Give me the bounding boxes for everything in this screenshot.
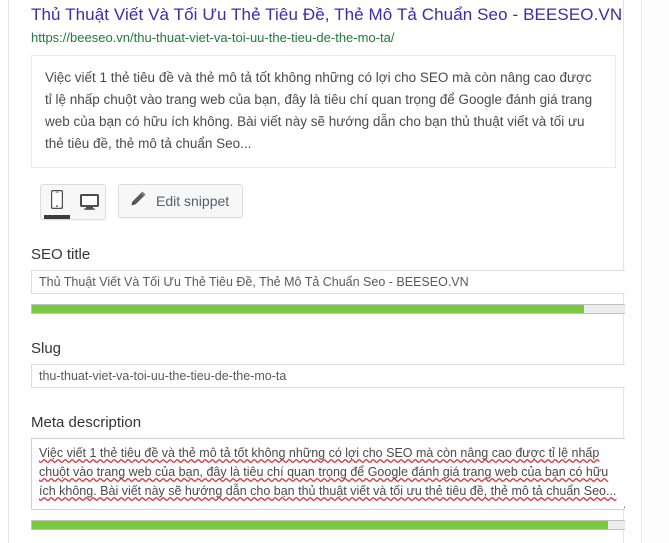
meta-description-textarea[interactable]: Việc viết 1 thẻ tiêu đề và thẻ mô tả tốt… xyxy=(31,438,633,510)
snippet-toolbar: Edit snippet xyxy=(40,184,624,220)
snippet-preview[interactable]: Thủ Thuật Viết Và Tối Ưu Thẻ Tiêu Đề, Th… xyxy=(22,0,624,168)
slug-field-group: Slug xyxy=(31,340,633,388)
seo-title-label: SEO title xyxy=(31,246,91,263)
metabox-inner: Thủ Thuật Viết Và Tối Ưu Thẻ Tiêu Đề, Th… xyxy=(22,0,633,530)
meta-description-progress-fill xyxy=(32,521,608,529)
device-toggle-mobile[interactable] xyxy=(41,185,73,219)
seo-title-field-group: SEO title xyxy=(31,246,633,314)
right-side-panel xyxy=(642,0,669,543)
desktop-monitor-icon xyxy=(79,194,99,210)
slug-input[interactable] xyxy=(31,364,633,388)
seo-title-progress-fill xyxy=(32,305,584,313)
snippet-preview-description-box: Việc viết 1 thẻ tiêu đề và thẻ mô tả tốt… xyxy=(31,55,616,168)
meta-description-field-group: Meta description Việc viết 1 thẻ tiêu đề… xyxy=(31,414,633,530)
metabox-outer-gutter xyxy=(625,0,642,543)
snippet-preview-description: Việc viết 1 thẻ tiêu đề và thẻ mô tả tốt… xyxy=(45,70,593,151)
pencil-icon xyxy=(130,190,147,212)
edit-snippet-label: Edit snippet xyxy=(156,193,230,209)
slug-label: Slug xyxy=(31,340,62,357)
snippet-preview-url[interactable]: https://beeseo.vn/thu-thuat-viet-va-toi-… xyxy=(22,26,624,46)
seo-title-progress-track xyxy=(31,304,633,314)
device-toggle-group xyxy=(40,184,106,220)
edit-snippet-button[interactable]: Edit snippet xyxy=(118,184,244,218)
seo-title-input[interactable] xyxy=(31,270,633,294)
meta-description-progress-track xyxy=(31,520,633,530)
meta-description-text: Việc viết 1 thẻ tiêu đề và thẻ mô tả tốt… xyxy=(39,446,617,498)
seo-snippet-metabox: Thủ Thuật Viết Và Tối Ưu Thẻ Tiêu Đề, Th… xyxy=(8,0,633,543)
meta-description-label: Meta description xyxy=(31,414,142,431)
device-toggle-desktop[interactable] xyxy=(73,185,105,219)
mobile-phone-icon xyxy=(50,189,64,214)
snippet-preview-title[interactable]: Thủ Thuật Viết Và Tối Ưu Thẻ Tiêu Đề, Th… xyxy=(22,4,624,26)
